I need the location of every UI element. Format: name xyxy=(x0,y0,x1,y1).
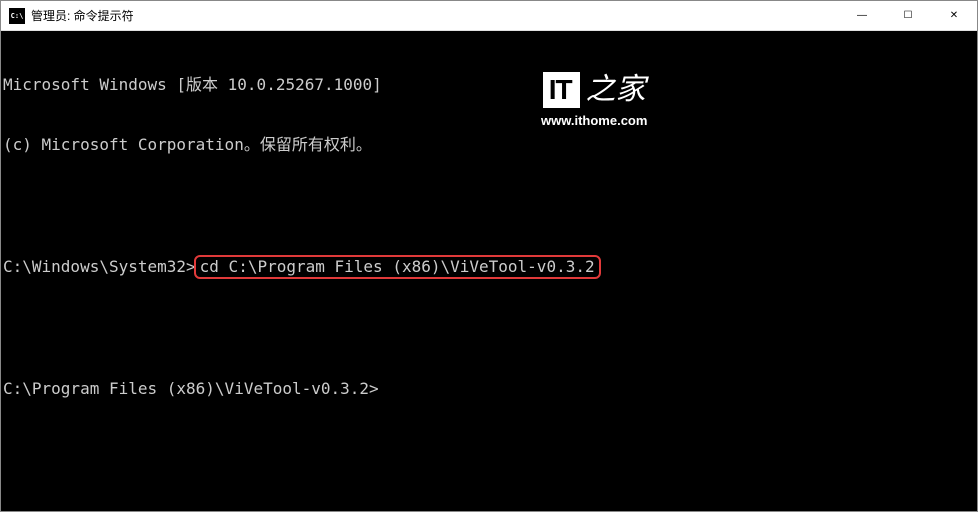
blank-line-2 xyxy=(3,319,975,339)
window-controls: — ☐ ✕ xyxy=(839,1,977,30)
window-title: 管理员: 命令提示符 xyxy=(31,7,839,24)
maximize-icon: ☐ xyxy=(904,10,913,21)
close-button[interactable]: ✕ xyxy=(931,1,977,30)
maximize-button[interactable]: ☐ xyxy=(885,1,931,30)
blank-line xyxy=(3,195,975,215)
prompt-line-1: C:\Windows\System32>cd C:\Program Files … xyxy=(3,255,975,279)
close-icon: ✕ xyxy=(950,10,958,21)
terminal-area[interactable]: Microsoft Windows [版本 10.0.25267.1000] (… xyxy=(1,31,977,511)
prompt-path-1: C:\Windows\System32> xyxy=(3,257,196,277)
copyright-line: (c) Microsoft Corporation。保留所有权利。 xyxy=(3,135,975,155)
cmd-icon: C:\ xyxy=(9,8,25,24)
cursor xyxy=(379,381,387,397)
window: C:\ 管理员: 命令提示符 — ☐ ✕ Microsoft Windows [… xyxy=(0,0,978,512)
highlighted-command: cd C:\Program Files (x86)\ViVeTool-v0.3.… xyxy=(194,255,601,279)
minimize-button[interactable]: — xyxy=(839,1,885,30)
watermark-url: www.ithome.com xyxy=(541,113,647,129)
prompt-line-2: C:\Program Files (x86)\ViVeTool-v0.3.2> xyxy=(3,379,975,399)
titlebar[interactable]: C:\ 管理员: 命令提示符 — ☐ ✕ xyxy=(1,1,977,31)
minimize-icon: — xyxy=(857,10,867,21)
version-line: Microsoft Windows [版本 10.0.25267.1000] xyxy=(3,75,975,95)
prompt-path-2: C:\Program Files (x86)\ViVeTool-v0.3.2> xyxy=(3,379,379,399)
